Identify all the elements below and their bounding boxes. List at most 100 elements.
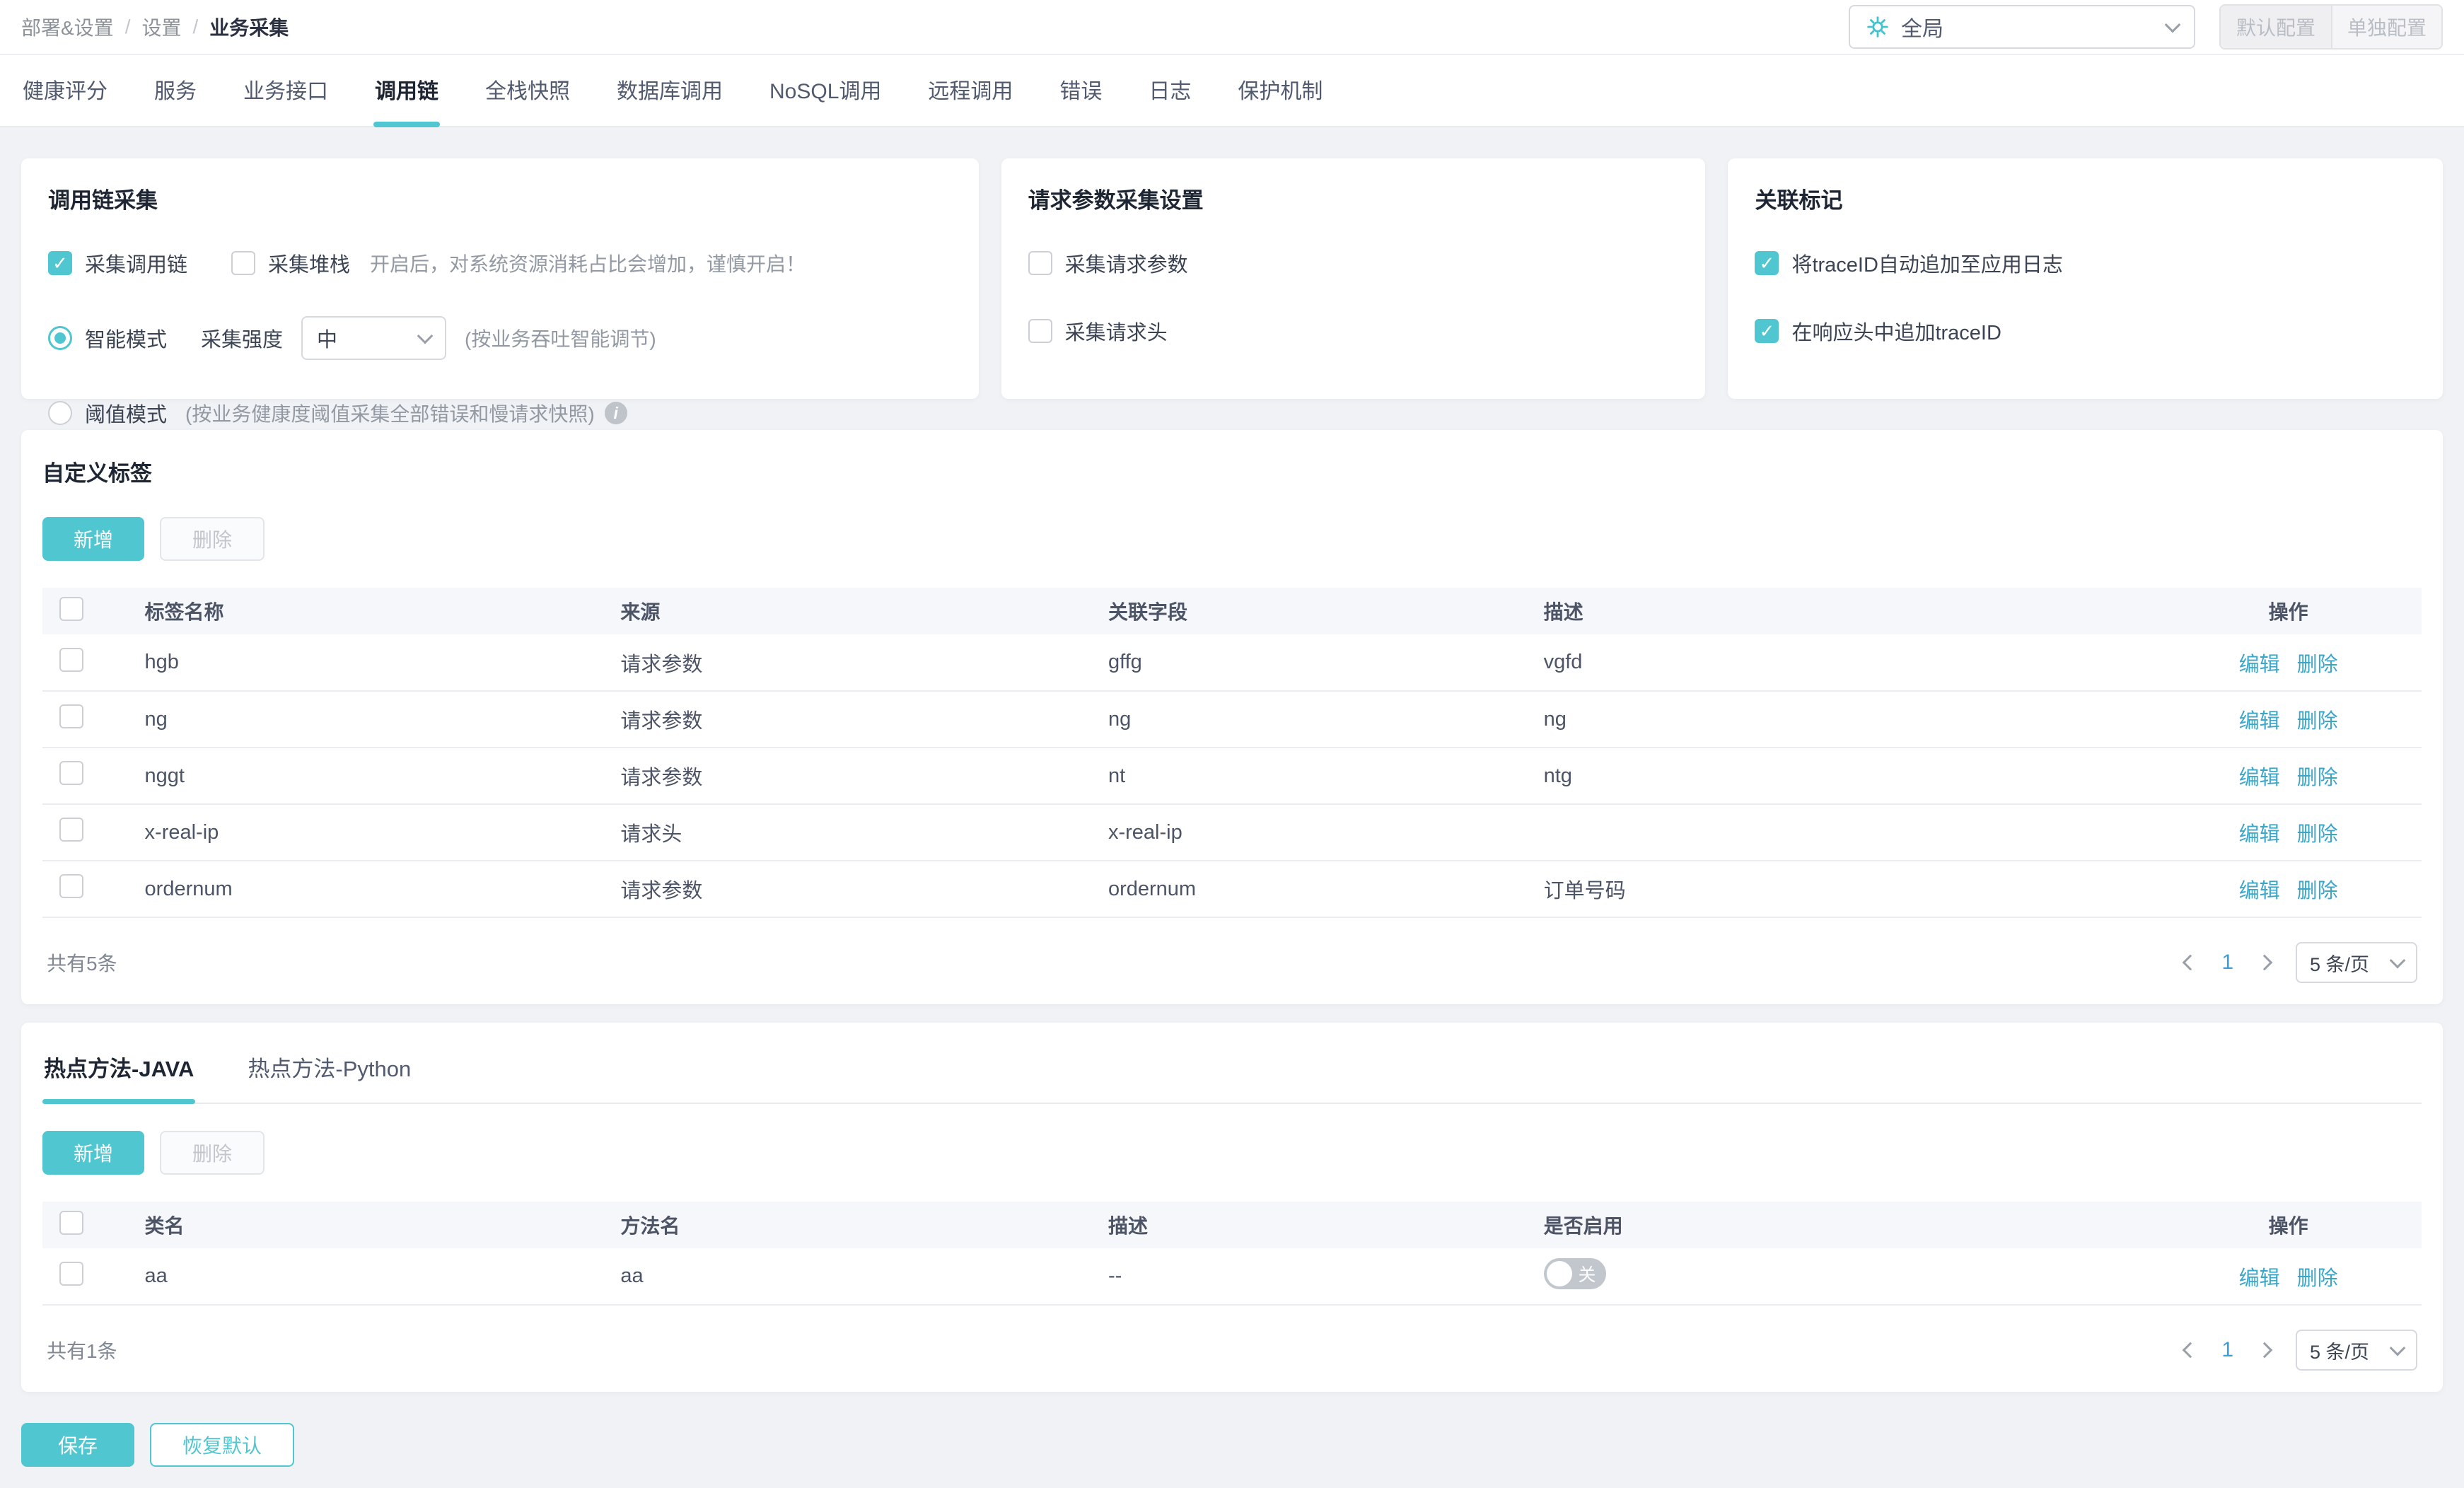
prev-page-button[interactable]	[2180, 953, 2200, 972]
select-all-checkbox[interactable]	[59, 596, 83, 621]
footer-actions: 保存 恢复默认	[21, 1423, 2443, 1467]
chevron-down-icon	[2389, 1339, 2406, 1356]
delete-link[interactable]: 删除	[2297, 1267, 2338, 1290]
column-header: 描述	[1536, 588, 2156, 634]
delete-tag-button[interactable]: 删除	[160, 517, 265, 561]
collect-trace-checkbox[interactable]	[48, 251, 72, 275]
table-header-row: 类名 方法名 描述 是否启用 操作	[42, 1202, 2422, 1248]
threshold-mode-radio[interactable]	[48, 401, 72, 425]
page-size-select[interactable]: 5 条/页	[2296, 942, 2417, 983]
cell-method: aa	[613, 1248, 1101, 1306]
main-tab[interactable]: 全栈快照	[484, 55, 571, 126]
breadcrumb-separator: /	[192, 16, 199, 37]
page-size-select[interactable]: 5 条/页	[2296, 1330, 2417, 1371]
row-checkbox[interactable]	[59, 1261, 83, 1286]
cell-tag-name: nggt	[137, 748, 614, 805]
scope-select[interactable]: 全局	[1849, 5, 2195, 49]
table-row: nggt 请求参数 nt ntg 编辑 删除	[42, 748, 2422, 805]
default-config-button[interactable]: 默认配置	[2221, 6, 2331, 48]
main-tab[interactable]: 保护机制	[1236, 55, 1324, 126]
edit-link[interactable]: 编辑	[2239, 1267, 2280, 1290]
intensity-select[interactable]: 中	[301, 316, 447, 360]
row-checkbox[interactable]	[59, 761, 83, 785]
main-tab[interactable]: 业务接口	[242, 55, 330, 126]
pagination: 1 5 条/页	[2180, 942, 2417, 983]
collect-headers-checkbox[interactable]	[1028, 319, 1052, 343]
total-count-text: 共有1条	[47, 1340, 117, 1362]
breadcrumb-item[interactable]: 业务采集 /	[209, 13, 289, 41]
collect-params-label: 采集请求参数	[1064, 254, 1188, 277]
next-page-button[interactable]	[2255, 953, 2274, 972]
edit-link[interactable]: 编辑	[2239, 823, 2280, 846]
delete-link[interactable]: 删除	[2297, 767, 2338, 789]
collect-headers-label: 采集请求头	[1064, 322, 1168, 344]
correlation-card: 关联标记 将traceID自动追加至应用日志 在响应头中追加traceID	[1728, 158, 2443, 399]
add-method-button[interactable]: 新增	[42, 1131, 145, 1175]
collect-params-checkbox[interactable]	[1028, 251, 1052, 275]
column-header: 关联字段	[1100, 588, 1537, 634]
column-header: 标签名称	[137, 588, 614, 634]
header-controls: 全局 默认配置 单独配置	[1849, 4, 2443, 50]
hot-methods-tab[interactable]: 热点方法-Python	[246, 1048, 412, 1103]
toggle-knob	[1546, 1260, 1572, 1286]
edit-link[interactable]: 编辑	[2239, 653, 2280, 676]
edit-link[interactable]: 编辑	[2239, 880, 2280, 902]
edit-link[interactable]: 编辑	[2239, 767, 2280, 789]
hot-methods-panel: 热点方法-JAVA 热点方法-Python 新增 删除 类名 方法名 描述 是否…	[21, 1023, 2443, 1392]
delete-link[interactable]: 删除	[2297, 823, 2338, 846]
reset-default-button[interactable]: 恢复默认	[150, 1423, 295, 1467]
main-tab[interactable]: 日志	[1147, 55, 1192, 126]
collect-stack-checkbox[interactable]	[231, 251, 256, 275]
add-tag-button[interactable]: 新增	[42, 517, 145, 561]
custom-tags-table: 标签名称 来源 关联字段 描述 操作 hgb 请求参数 gffg vgfd 编辑…	[42, 588, 2422, 918]
main-tab[interactable]: 服务	[153, 55, 198, 126]
cell-desc: --	[1100, 1248, 1537, 1306]
table-row: hgb 请求参数 gffg vgfd 编辑 删除	[42, 634, 2422, 692]
append-trace-header-checkbox[interactable]	[1755, 319, 1779, 343]
cell-tag-name: ordernum	[137, 861, 614, 918]
table-row: ordernum 请求参数 ordernum 订单号码 编辑 删除	[42, 861, 2422, 918]
stack-warning-text: 开启后，对系统资源消耗占比会增加，谨慎开启！	[370, 253, 806, 275]
config-mode-switch: 默认配置 单独配置	[2219, 4, 2443, 50]
delete-link[interactable]: 删除	[2297, 653, 2338, 676]
panel-title: 自定义标签	[42, 461, 152, 486]
main-tab[interactable]: 远程调用	[926, 55, 1014, 126]
main-tab[interactable]: NoSQL调用	[768, 55, 883, 126]
card-title: 关联标记	[1755, 188, 1843, 213]
column-header: 方法名	[613, 1202, 1101, 1248]
main-tab[interactable]: 调用链	[373, 55, 440, 127]
main-tab[interactable]: 数据库调用	[615, 55, 724, 126]
append-trace-log-checkbox[interactable]	[1755, 251, 1779, 275]
row-checkbox[interactable]	[59, 647, 83, 672]
row-checkbox[interactable]	[59, 704, 83, 728]
info-icon[interactable]: i	[604, 402, 627, 424]
breadcrumb-item[interactable]: 部署&设置 /	[21, 13, 141, 41]
row-checkbox[interactable]	[59, 874, 83, 898]
table-header-row: 标签名称 来源 关联字段 描述 操作	[42, 588, 2422, 634]
enable-toggle[interactable]: 关	[1543, 1257, 1606, 1289]
card-title: 调用链采集	[48, 188, 158, 213]
save-button[interactable]: 保存	[21, 1423, 135, 1467]
page-number[interactable]: 1	[2221, 1338, 2233, 1362]
hot-methods-tab[interactable]: 热点方法-JAVA	[42, 1048, 196, 1104]
delete-link[interactable]: 删除	[2297, 710, 2338, 733]
main-tab[interactable]: 健康评分	[21, 55, 109, 126]
edit-link[interactable]: 编辑	[2239, 710, 2280, 733]
cell-source: 请求头	[613, 804, 1101, 861]
smart-mode-radio[interactable]	[48, 326, 72, 350]
main-tab[interactable]: 错误	[1058, 55, 1103, 126]
top-header: 部署&设置 / 设置 / 业务采集 / 全局	[0, 0, 2464, 55]
select-all-checkbox[interactable]	[59, 1210, 83, 1235]
next-page-button[interactable]	[2255, 1340, 2274, 1360]
row-checkbox[interactable]	[59, 818, 83, 842]
delete-method-button[interactable]: 删除	[160, 1131, 265, 1175]
page-number[interactable]: 1	[2221, 951, 2233, 975]
cell-desc: ntg	[1536, 748, 2156, 805]
prev-page-button[interactable]	[2180, 1340, 2200, 1360]
cell-field: ordernum	[1100, 861, 1537, 918]
delete-link[interactable]: 删除	[2297, 880, 2338, 902]
smart-mode-label: 智能模式	[85, 329, 168, 351]
breadcrumb-item[interactable]: 设置 /	[141, 13, 209, 41]
separate-config-button[interactable]: 单独配置	[2331, 6, 2441, 48]
append-trace-log-label: 将traceID自动追加至应用日志	[1791, 254, 2063, 277]
